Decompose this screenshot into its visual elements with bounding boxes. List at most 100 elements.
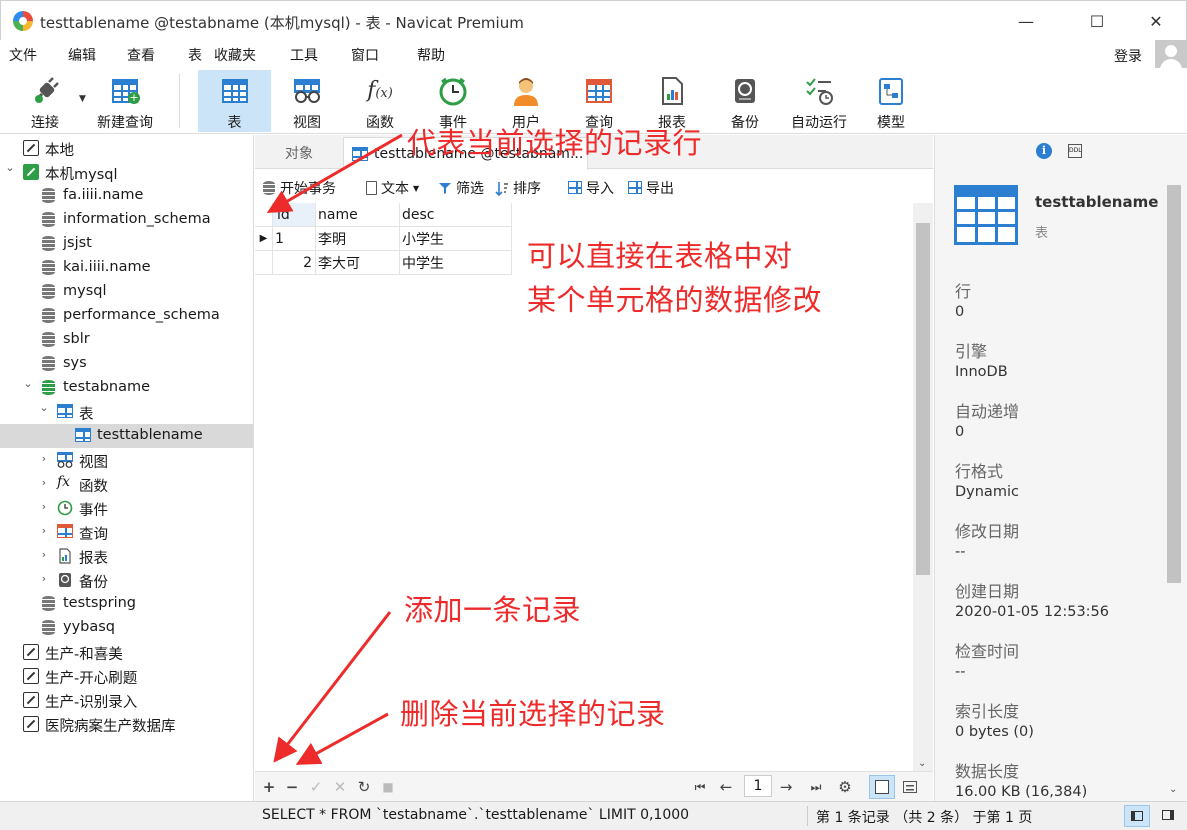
export-button[interactable]: 导出 xyxy=(628,178,674,198)
toolbar-new-query-button[interactable]: + 新建查询 xyxy=(90,70,160,132)
toolbar-function-button[interactable]: f(x) 函数 xyxy=(345,70,415,132)
chevron-right-icon[interactable]: › xyxy=(39,549,49,560)
tree-item-事件[interactable]: › 事件 xyxy=(0,496,253,520)
info-icon[interactable]: i xyxy=(1036,143,1052,159)
cell-id[interactable]: 1 xyxy=(273,227,316,251)
tree-item-sys[interactable]: sys xyxy=(0,352,253,376)
previous-page-icon[interactable]: ← xyxy=(717,778,735,796)
cell-id[interactable]: 2 xyxy=(273,251,316,275)
info-panel-scrollbar[interactable]: ⌄ xyxy=(1165,185,1183,795)
tree-item-函数[interactable]: › fx 函数 xyxy=(0,472,253,496)
tree-item-kai.iiii.name[interactable]: kai.iiii.name xyxy=(0,256,253,280)
add-record-button[interactable]: + xyxy=(260,778,278,796)
info-field-label: 引擎 xyxy=(955,342,988,361)
grid-view-icon[interactable] xyxy=(869,775,895,799)
sort-button[interactable]: 排序 xyxy=(495,178,541,198)
login-link[interactable]: 登录 xyxy=(1114,46,1142,66)
close-button[interactable]: ✕ xyxy=(1133,5,1179,37)
tree-item-生产-和喜美[interactable]: 生产-和喜美 xyxy=(0,640,253,664)
tree-item-本地[interactable]: 本地 xyxy=(0,136,253,160)
column-header-id[interactable]: id xyxy=(273,203,316,227)
info-field-label: 自动递增 xyxy=(955,402,1020,421)
grid-scrollbar-thumb[interactable] xyxy=(916,223,930,575)
tree-item-mysql[interactable]: mysql xyxy=(0,280,253,304)
stop-button[interactable]: ■ xyxy=(379,778,397,796)
tree-item-生产-识别录入[interactable]: 生产-识别录入 xyxy=(0,688,253,712)
gear-icon[interactable]: ⚙ xyxy=(836,778,854,796)
tab-objects[interactable]: 对象 xyxy=(255,137,343,169)
menu-view[interactable]: 查看 xyxy=(127,45,155,65)
row-header[interactable] xyxy=(255,251,273,275)
menu-table[interactable]: 表 xyxy=(188,45,202,65)
tree-item-视图[interactable]: › 视图 xyxy=(0,448,253,472)
column-header-name[interactable]: name xyxy=(316,203,400,227)
info-panel-toggle-icon[interactable] xyxy=(1156,805,1182,827)
toolbar-model-button[interactable]: 模型 xyxy=(856,70,926,132)
menu-window[interactable]: 窗口 xyxy=(351,45,379,65)
scroll-down-icon[interactable]: ⌄ xyxy=(918,758,926,769)
menu-tools[interactable]: 工具 xyxy=(290,45,318,65)
apply-changes-button[interactable]: ✓ xyxy=(307,778,325,796)
page-number-input[interactable]: 1 xyxy=(744,775,772,797)
chevron-right-icon[interactable]: › xyxy=(39,501,49,512)
column-header-desc[interactable]: desc xyxy=(400,203,512,227)
tree-item-查询[interactable]: › 查询 xyxy=(0,520,253,544)
tree-item-yybasq[interactable]: yybasq xyxy=(0,616,253,640)
chevron-right-icon[interactable]: › xyxy=(39,525,49,536)
minimize-button[interactable]: — xyxy=(1003,5,1049,37)
next-page-icon[interactable]: → xyxy=(777,778,795,796)
tree-item-jsjst[interactable]: jsjst xyxy=(0,232,253,256)
tree-item-fa.iiii.name[interactable]: fa.iiii.name xyxy=(0,184,253,208)
maximize-button[interactable]: ☐ xyxy=(1074,5,1120,37)
begin-transaction-button[interactable]: 开始事务 xyxy=(262,178,336,198)
import-button[interactable]: 导入 xyxy=(568,178,614,198)
tree-item-testtablename[interactable]: testtablename xyxy=(0,424,253,448)
toolbar-view-button[interactable]: 视图 xyxy=(272,70,342,132)
cell-name[interactable]: 李明 xyxy=(316,227,400,251)
cell-desc[interactable]: 小学生 xyxy=(400,227,512,251)
tree-item-testspring[interactable]: testspring xyxy=(0,592,253,616)
tree-item-information_schema[interactable]: information_schema xyxy=(0,208,253,232)
tree-item-医院病案生产数据库[interactable]: 医院病案生产数据库 xyxy=(0,712,253,736)
toolbar-backup-button[interactable]: 备份 xyxy=(710,70,780,132)
discard-changes-button[interactable]: ✕ xyxy=(331,778,349,796)
first-page-icon[interactable]: ⏮ xyxy=(691,778,709,796)
last-page-icon[interactable]: ⏭ xyxy=(807,778,825,796)
menu-help[interactable]: 帮助 xyxy=(417,45,445,65)
tree-item-报表[interactable]: › 报表 xyxy=(0,544,253,568)
toolbar-automation-button[interactable]: 自动运行 xyxy=(783,70,855,132)
chevron-down-icon[interactable]: ⌄ xyxy=(39,402,49,413)
cell-name[interactable]: 李大可 xyxy=(316,251,400,275)
tree-item-sblr[interactable]: sblr xyxy=(0,328,253,352)
text-button[interactable]: 文本 ▼ xyxy=(366,178,419,198)
chevron-right-icon[interactable]: › xyxy=(39,477,49,488)
query-icon xyxy=(584,76,614,106)
refresh-button[interactable]: ↻ xyxy=(355,778,373,796)
menu-file[interactable]: 文件 xyxy=(9,45,37,65)
toolbar-connect-button[interactable]: 连接 xyxy=(12,70,78,132)
chevron-right-icon[interactable]: › xyxy=(39,453,49,464)
info-scrollbar-thumb[interactable] xyxy=(1167,185,1181,583)
form-view-icon[interactable] xyxy=(901,778,919,796)
menu-edit[interactable]: 编辑 xyxy=(68,45,96,65)
menu-favorites[interactable]: 收藏夹 xyxy=(214,45,256,65)
chevron-right-icon[interactable]: › xyxy=(39,573,49,584)
grid-vertical-scrollbar[interactable]: ⌄ xyxy=(913,203,933,771)
connect-dropdown-icon[interactable]: ▼ xyxy=(79,94,86,104)
status-bar: SELECT * FROM `testabname`.`testtablenam… xyxy=(0,801,1187,830)
cell-desc[interactable]: 中学生 xyxy=(400,251,512,275)
tree-item-生产-开心刷题[interactable]: 生产-开心刷题 xyxy=(0,664,253,688)
sidebar-toggle-icon[interactable] xyxy=(1124,805,1150,827)
tree-item-表[interactable]: ⌄ 表 xyxy=(0,400,253,424)
delete-record-button[interactable]: − xyxy=(283,778,301,796)
tree-item-本机mysql[interactable]: ⌄ 本机mysql xyxy=(0,160,253,184)
ddl-icon[interactable]: DDL xyxy=(1068,144,1082,158)
tree-item-备份[interactable]: › 备份 xyxy=(0,568,253,592)
tree-item-testabname[interactable]: ⌄ testabname xyxy=(0,376,253,400)
toolbar-table-button[interactable]: 表 xyxy=(198,70,271,132)
chevron-down-icon[interactable]: ⌄ xyxy=(23,378,33,389)
tree-item-performance_schema[interactable]: performance_schema xyxy=(0,304,253,328)
chevron-down-icon[interactable]: ⌄ xyxy=(5,162,15,173)
scroll-down-icon[interactable]: ⌄ xyxy=(1169,784,1177,795)
filter-button[interactable]: 筛选 xyxy=(438,178,484,198)
